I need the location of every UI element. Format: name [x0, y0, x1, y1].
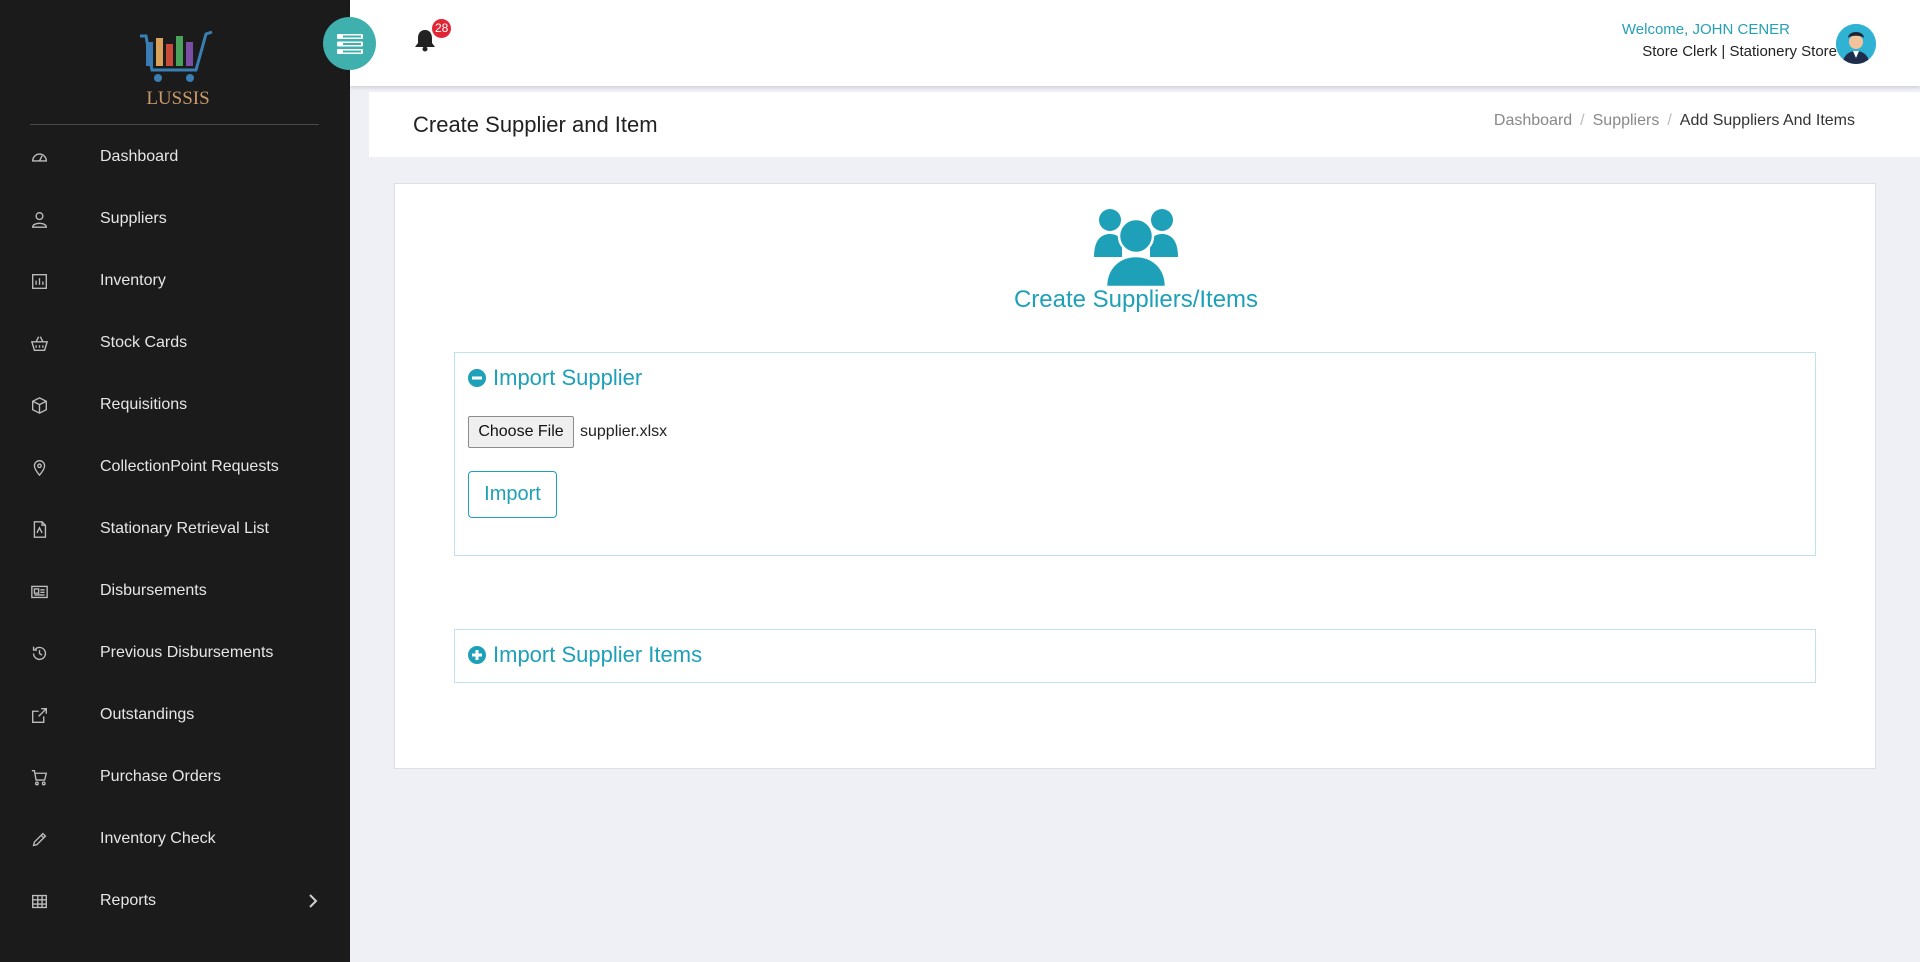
import-button[interactable]: Import [468, 471, 557, 518]
pencil-icon [29, 829, 49, 849]
breadcrumb-separator: / [1667, 112, 1672, 129]
breadcrumb-suppliers-link[interactable]: Suppliers [1593, 112, 1660, 130]
sidebar-item-stock-cards[interactable]: Stock Cards [0, 312, 350, 374]
sidebar-item-purchase-orders[interactable]: Purchase Orders [0, 746, 350, 808]
sidebar-item-label: Dashboard [100, 148, 179, 165]
import-supplier-toggle[interactable]: Import Supplier [468, 365, 642, 391]
sidebar-item-inventory-check[interactable]: Inventory Check [0, 808, 350, 870]
newspaper-icon [29, 581, 49, 601]
chart-icon [29, 271, 49, 291]
sidebar-item-label: Requisitions [100, 396, 188, 413]
sidebar-item-previous-disbursements[interactable]: Previous Disbursements [0, 622, 350, 684]
sidebar-item-label: Stock Cards [100, 334, 188, 351]
logo-text: LUSSIS [146, 88, 210, 109]
sidebar-item-label: Inventory [100, 272, 166, 289]
import-supplier-items-title: Import Supplier Items [493, 642, 703, 667]
history-icon [29, 643, 49, 663]
breadcrumb-dashboard-link[interactable]: Dashboard [1494, 112, 1572, 130]
sidebar-item-suppliers[interactable]: Suppliers [0, 188, 350, 250]
sidebar-item-reports[interactable]: Reports [0, 870, 350, 932]
menu-icon [336, 33, 363, 54]
sidebar-item-inventory[interactable]: Inventory [0, 250, 350, 312]
user-avatar[interactable] [1836, 24, 1876, 64]
user-icon [29, 209, 49, 229]
pdf-icon [29, 519, 49, 539]
sidebar: LUSSIS Dashboard Suppliers Inventory Sto… [0, 0, 350, 962]
map-pin-icon [29, 457, 49, 477]
selected-file-name: supplier.xlsx [580, 423, 668, 440]
card-title: Create Suppliers/Items [1013, 286, 1259, 313]
plus-circle-icon [468, 646, 486, 664]
import-supplier-panel: Import Supplier Choose File supplier.xls… [454, 352, 1816, 556]
choose-file-button[interactable]: Choose File [468, 416, 574, 448]
cart-icon [29, 767, 49, 787]
external-link-icon [29, 705, 49, 725]
chevron-right-icon [308, 894, 318, 908]
create-supplier-card: Create Suppliers/Items Import Supplier C… [394, 183, 1876, 769]
sidebar-item-disbursements[interactable]: Disbursements [0, 560, 350, 622]
table-icon [29, 891, 49, 911]
sidebar-item-requisitions[interactable]: Requisitions [0, 374, 350, 436]
basket-icon [29, 333, 49, 353]
sidebar-item-dashboard[interactable]: Dashboard [0, 126, 350, 188]
sidebar-item-stationary-retrieval-list[interactable]: Stationary Retrieval List [0, 498, 350, 560]
menu-toggle-button[interactable] [323, 17, 376, 70]
breadcrumb: Dashboard / Suppliers / Add Suppliers An… [1494, 112, 1855, 130]
app-logo[interactable]: LUSSIS [138, 28, 218, 112]
page-header: Create Supplier and Item Dashboard / Sup… [369, 92, 1920, 157]
sidebar-divider [30, 124, 319, 125]
cube-icon [29, 395, 49, 415]
cart-logo-icon [140, 30, 213, 82]
sidebar-item-label: Stationary Retrieval List [100, 520, 269, 537]
dashboard-icon [29, 147, 49, 167]
sidebar-item-label: CollectionPoint Requests [100, 458, 279, 475]
avatar-icon [1836, 24, 1876, 64]
sidebar-item-collectionpoint-requests[interactable]: CollectionPoint Requests [0, 436, 350, 498]
import-supplier-items-panel: Import Supplier Items [454, 629, 1816, 683]
breadcrumb-separator: / [1580, 112, 1585, 129]
sidebar-item-label: Previous Disbursements [100, 644, 274, 661]
welcome-text: Welcome, JOHN CENER [1621, 21, 1790, 38]
minus-circle-icon [468, 369, 486, 387]
sidebar-item-label: Inventory Check [100, 830, 216, 847]
user-role-text: Store Clerk | Stationery Store [1642, 43, 1837, 60]
sidebar-item-label: Disbursements [100, 582, 207, 599]
import-supplier-title: Import Supplier [493, 365, 643, 390]
sidebar-item-label: Outstandings [100, 706, 195, 723]
users-group-icon [1094, 209, 1178, 287]
sidebar-item-outstandings[interactable]: Outstandings [0, 684, 350, 746]
sidebar-item-label: Purchase Orders [100, 768, 221, 785]
sidebar-item-label: Suppliers [100, 210, 167, 227]
page-title: Create Supplier and Item [413, 112, 658, 137]
breadcrumb-current: Add Suppliers And Items [1679, 112, 1855, 129]
import-supplier-items-toggle[interactable]: Import Supplier Items [468, 642, 702, 668]
sidebar-item-label: Reports [100, 892, 157, 909]
file-input[interactable]: Choose File supplier.xlsx [468, 416, 667, 448]
